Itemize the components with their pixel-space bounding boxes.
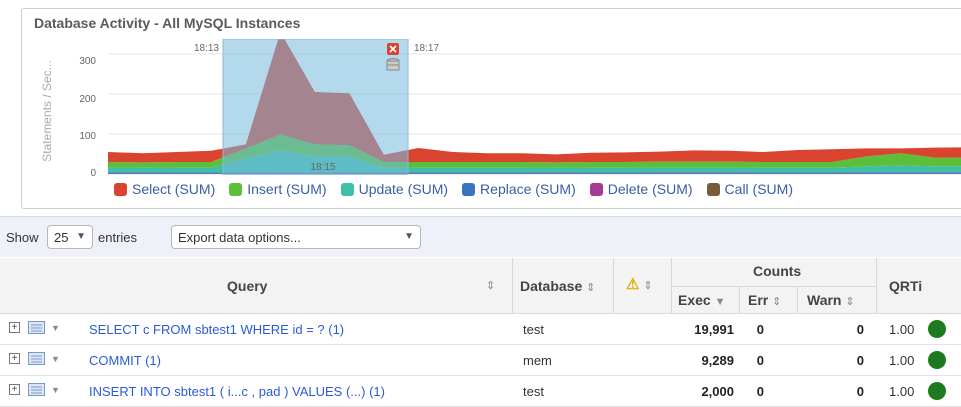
exec-count: 9,289 xyxy=(672,353,734,368)
dropdown-arrow-icon[interactable]: ▼ xyxy=(51,323,60,333)
time-selection-range xyxy=(223,39,408,175)
legend-item-replace[interactable]: Replace (SUM) xyxy=(462,181,576,197)
warning-column-header[interactable]: ⚠ ⇕ xyxy=(626,275,653,293)
legend-item-update[interactable]: Update (SUM) xyxy=(341,181,448,197)
query-text[interactable]: INSERT INTO sbtest1 ( i...c , pad ) VALU… xyxy=(89,384,385,399)
sort-icon: ⇕ xyxy=(772,296,781,308)
y-axis-label: Statements / Sec... xyxy=(40,56,54,166)
database-cell: mem xyxy=(523,353,552,368)
chart-legend: Select (SUM) Insert (SUM) Update (SUM) R… xyxy=(114,181,793,197)
chart-title: Database Activity - All MySQL Instances xyxy=(34,15,300,31)
legend-item-call[interactable]: Call (SUM) xyxy=(707,181,793,197)
table-row[interactable]: + ▼ SELECT c FROM sbtest1 WHERE id = ? (… xyxy=(0,314,961,345)
query-details-icon[interactable] xyxy=(28,352,45,365)
query-details-icon[interactable] xyxy=(28,383,45,396)
column-header-err[interactable]: Err ⇕ xyxy=(748,292,781,308)
table-row[interactable]: + ▼ INSERT INTO sbtest1 ( i...c , pad ) … xyxy=(0,376,961,407)
status-indicator-icon xyxy=(928,320,946,338)
y-tick-100: 100 xyxy=(66,131,96,142)
dropdown-arrow-icon[interactable]: ▼ xyxy=(51,354,60,364)
close-icon xyxy=(387,43,399,55)
table-header: Query ⇕ Database ⇕ ⚠ ⇕ Counts Exec ▼ Err… xyxy=(0,258,961,314)
y-tick-300: 300 xyxy=(66,56,96,67)
database-icon xyxy=(387,59,399,71)
selection-end-label: 18:17 xyxy=(414,43,439,54)
table-row[interactable]: + ▼ COMMIT (1) mem 9,289 0 0 1.00 xyxy=(0,345,961,376)
column-header-database[interactable]: Database ⇕ xyxy=(520,278,595,294)
table-toolbar: Show 25▼ entries Export data options...▼ xyxy=(0,216,961,257)
warn-count: 0 xyxy=(800,322,864,337)
exec-count: 2,000 xyxy=(672,384,734,399)
expand-icon[interactable]: + xyxy=(9,384,20,395)
legend-swatch xyxy=(114,183,127,196)
sort-icon: ⇕ xyxy=(643,280,652,292)
chevron-down-icon: ▼ xyxy=(76,231,86,242)
y-tick-0: 0 xyxy=(66,168,96,179)
qrti-value: 1.00 xyxy=(889,322,914,337)
warn-count: 0 xyxy=(800,353,864,368)
sort-icon: ⇕ xyxy=(586,282,595,294)
legend-item-select[interactable]: Select (SUM) xyxy=(114,181,215,197)
query-details-icon[interactable] xyxy=(28,321,45,334)
show-label: Show xyxy=(6,230,39,245)
export-data-select[interactable]: Export data options...▼ xyxy=(171,225,421,249)
sort-icon: ⇕ xyxy=(845,296,854,308)
selection-center-label: 18:15 xyxy=(310,162,335,173)
sort-desc-icon: ▼ xyxy=(715,296,726,308)
status-indicator-icon xyxy=(928,351,946,369)
err-count: 0 xyxy=(742,384,764,399)
entries-label: entries xyxy=(98,230,137,245)
column-header-query[interactable]: Query xyxy=(227,278,267,294)
database-cell: test xyxy=(523,384,544,399)
warn-count: 0 xyxy=(800,384,864,399)
column-header-exec[interactable]: Exec ▼ xyxy=(678,292,725,308)
legend-swatch xyxy=(462,183,475,196)
legend-swatch xyxy=(707,183,720,196)
query-text[interactable]: COMMIT (1) xyxy=(89,353,161,368)
dropdown-arrow-icon[interactable]: ▼ xyxy=(51,385,60,395)
status-indicator-icon xyxy=(928,382,946,400)
column-header-qrti[interactable]: QRTi xyxy=(889,278,922,294)
query-text[interactable]: SELECT c FROM sbtest1 WHERE id = ? (1) xyxy=(89,322,344,337)
y-tick-200: 200 xyxy=(66,94,96,105)
stacked-area-chart[interactable]: 18:13 18:17 18:15 xyxy=(108,39,961,175)
err-count: 0 xyxy=(742,322,764,337)
exec-count: 19,991 xyxy=(672,322,734,337)
database-cell: test xyxy=(523,322,544,337)
legend-item-delete[interactable]: Delete (SUM) xyxy=(590,181,693,197)
activity-chart-panel: Database Activity - All MySQL Instances … xyxy=(21,8,961,209)
legend-item-insert[interactable]: Insert (SUM) xyxy=(229,181,326,197)
qrti-value: 1.00 xyxy=(889,353,914,368)
legend-swatch xyxy=(229,183,242,196)
legend-swatch xyxy=(341,183,354,196)
column-group-counts: Counts xyxy=(753,263,801,279)
legend-swatch xyxy=(590,183,603,196)
expand-icon[interactable]: + xyxy=(9,353,20,364)
qrti-value: 1.00 xyxy=(889,384,914,399)
column-header-warn[interactable]: Warn ⇕ xyxy=(807,292,855,308)
chevron-down-icon: ▼ xyxy=(404,231,414,242)
entries-per-page-select[interactable]: 25▼ xyxy=(47,225,93,249)
warning-icon: ⚠ xyxy=(626,276,639,293)
sort-icon[interactable]: ⇕ xyxy=(486,279,495,292)
selection-start-label: 18:13 xyxy=(194,43,219,54)
expand-icon[interactable]: + xyxy=(9,322,20,333)
err-count: 0 xyxy=(742,353,764,368)
